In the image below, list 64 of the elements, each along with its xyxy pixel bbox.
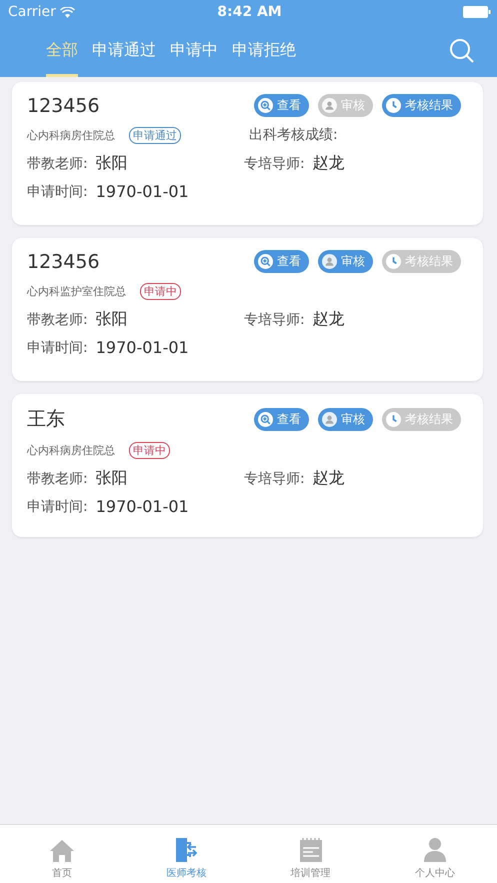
department-label: 心内科病房住院总 [27,442,115,458]
battery-icon [463,6,491,18]
application-date: 1970-01-01 [96,497,189,516]
status-badge: 申请中 [140,282,181,300]
application-date: 1970-01-01 [96,182,189,201]
status-badge: 申请中 [129,442,170,458]
mentor-label: 专培导师: [244,154,305,172]
user-icon [322,98,337,113]
zoom-in-icon [258,412,273,426]
application-date: 1970-01-01 [96,338,189,357]
nav-label: 医师考核 [166,866,206,880]
view-button[interactable]: 查看 [254,250,309,273]
nav-tab[interactable]: 医师考核 [124,825,248,883]
filter-tab[interactable]: 全部 [46,24,78,77]
person-icon [422,837,447,863]
nav-tab[interactable]: 培训管理 [248,825,373,883]
notepad-icon [298,837,323,863]
status-badge: 申请通过 [129,126,181,144]
time-label: 申请时间: [27,182,88,200]
filter-tab[interactable]: 申请通过 [92,24,156,77]
teacher-label: 带教老师: [27,310,88,328]
user-icon [322,412,337,426]
search-icon[interactable] [449,38,475,64]
filter-tab[interactable]: 申请中 [170,24,218,77]
teacher-name: 张阳 [96,468,128,489]
teacher-label: 带教老师: [27,154,88,172]
clock-icon [386,412,401,426]
clock-time: 8:42 AM [217,4,282,20]
mentor-name: 赵龙 [312,468,345,489]
user-icon [322,254,337,269]
nav-tab[interactable]: 首页 [0,825,124,883]
home-icon [49,839,76,863]
clock-icon [386,98,401,113]
result-button[interactable]: 考核结果 [382,94,461,117]
view-button[interactable]: 查看 [254,408,309,430]
mentor-name: 赵龙 [312,153,345,174]
wifi-icon [60,6,75,18]
mentor-name: 赵龙 [312,309,345,330]
time-label: 申请时间: [27,338,88,356]
mentor-label: 专培导师: [244,470,305,488]
door-arrows-icon [174,837,198,863]
nav-label: 首页 [52,867,72,880]
teacher-name: 张阳 [96,153,128,174]
nav-tab[interactable]: 个人中心 [372,825,497,883]
review-button[interactable]: 审核 [318,408,373,430]
filter-tab[interactable]: 申请拒绝 [232,24,296,77]
view-button[interactable]: 查看 [254,94,309,117]
applicant-name: 123456 [27,94,101,116]
teacher-name: 张阳 [96,309,128,330]
carrier-label: Carrier [8,4,56,20]
zoom-in-icon [258,98,273,113]
review-button[interactable]: 审核 [318,250,373,273]
time-label: 申请时间: [27,498,88,516]
applicant-name: 123456 [27,250,101,272]
department-label: 心内科监护室住院总 [27,284,126,298]
nav-label: 个人中心 [414,866,455,880]
mentor-label: 专培导师: [244,310,305,328]
department-label: 心内科病房住院总 [27,128,115,142]
teacher-label: 带教老师: [27,470,88,488]
zoom-in-icon [258,254,273,269]
clock-icon [386,254,401,269]
nav-label: 培训管理 [290,866,331,880]
applicant-name: 王东 [27,407,66,432]
score-label: 出科考核成绩: [249,126,338,144]
